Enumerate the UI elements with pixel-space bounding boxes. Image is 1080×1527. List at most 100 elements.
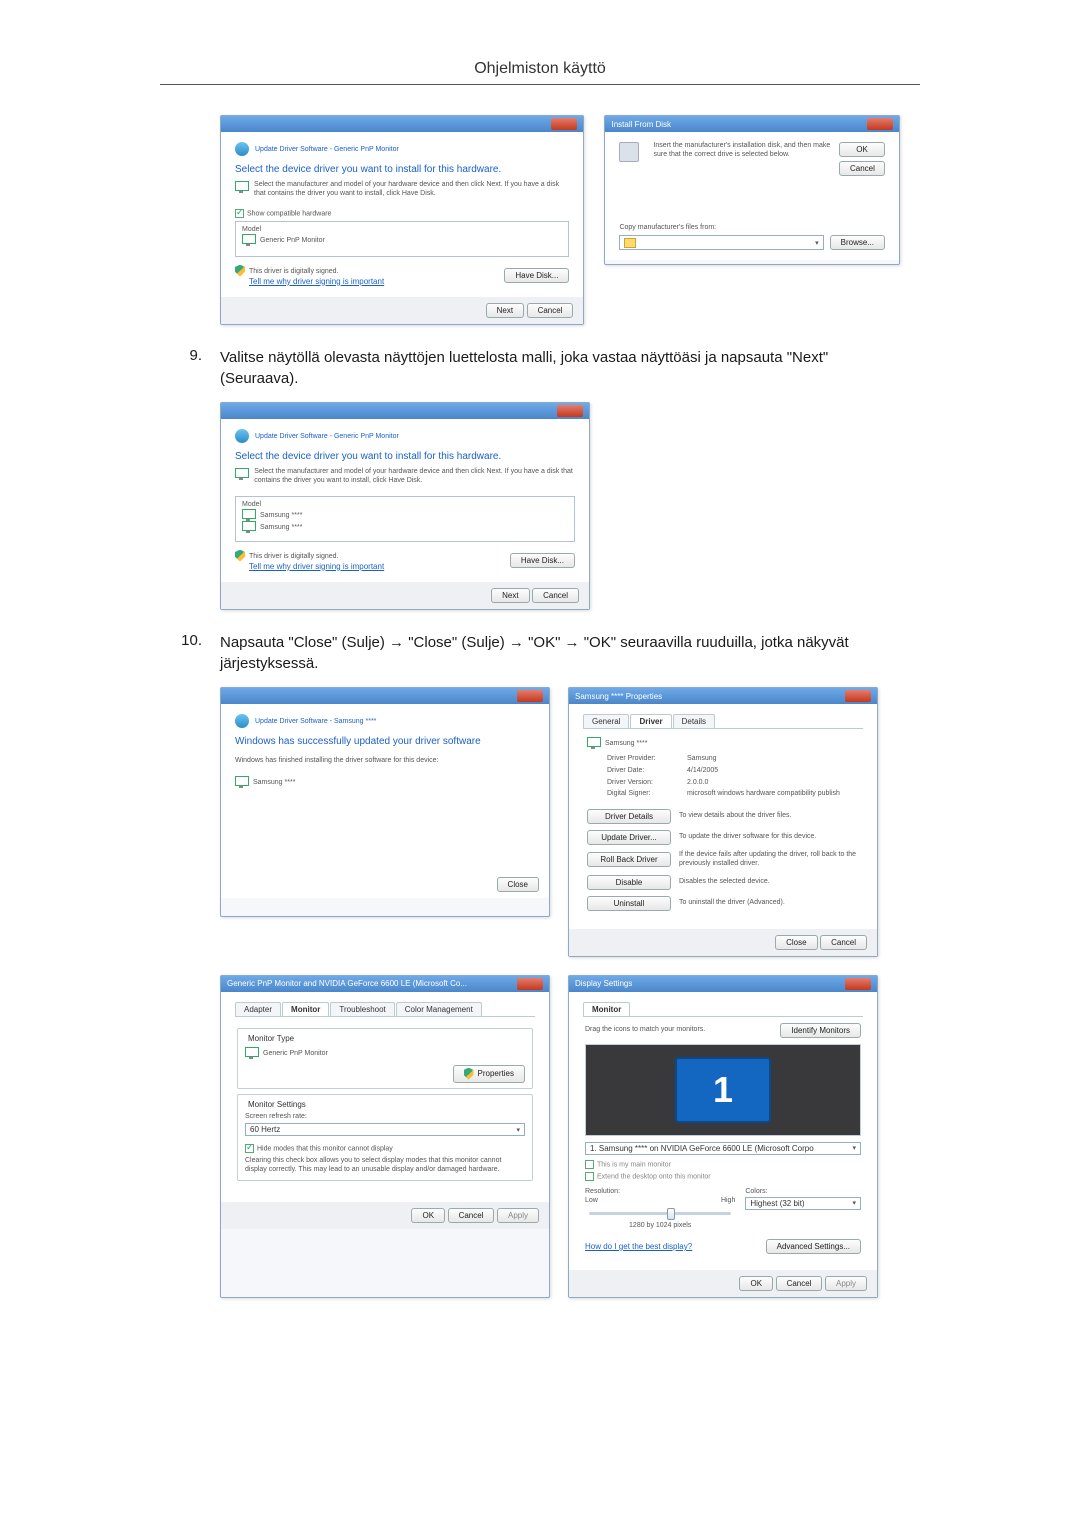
header-divider (160, 84, 920, 85)
signed-text: This driver is digitally signed. (249, 552, 338, 559)
step-text: Napsauta "Close" (Sulje) → "Close" (Sulj… (220, 632, 900, 676)
tab-driver[interactable]: Driver (630, 714, 671, 728)
next-button[interactable]: Next (486, 303, 524, 318)
cancel-button[interactable]: Cancel (839, 161, 885, 176)
disable-button[interactable]: Disable (587, 875, 671, 890)
identify-monitors-button[interactable]: Identify Monitors (780, 1023, 861, 1038)
monitor-icon (235, 468, 244, 480)
shield-icon (235, 550, 245, 562)
monitor-icon (242, 509, 256, 521)
tab-adapter[interactable]: Adapter (235, 1002, 281, 1016)
show-compat-checkbox[interactable] (235, 209, 244, 218)
colors-dropdown[interactable]: Highest (32 bit)▾ (745, 1197, 861, 1210)
display-settings-dialog: Display Settings Monitor Drag the icons … (568, 975, 878, 1298)
driver-details-button[interactable]: Driver Details (587, 809, 671, 824)
colors-label: Colors: (745, 1188, 861, 1197)
refresh-dropdown[interactable]: 60 Hertz▾ (245, 1123, 525, 1136)
close-icon[interactable] (867, 118, 893, 130)
close-button[interactable]: Close (775, 935, 817, 950)
model-listbox[interactable]: Model Generic PnP Monitor (235, 221, 569, 257)
titlebar: Display Settings (569, 976, 877, 992)
tab-monitor[interactable]: Monitor (282, 1002, 329, 1016)
titlebar: Generic PnP Monitor and NVIDIA GeForce 6… (221, 976, 549, 992)
tab-monitor[interactable]: Monitor (583, 1002, 630, 1016)
close-button[interactable]: Close (497, 877, 539, 892)
model-header: Model (242, 501, 568, 510)
close-icon[interactable] (551, 118, 577, 130)
date-label: Driver Date: (607, 767, 687, 776)
update-success-dialog: Update Driver Software - Samsung **** Wi… (220, 687, 550, 917)
dialog-title: Display Settings (575, 979, 632, 988)
version-value: 2.0.0.0 (687, 779, 859, 788)
hide-modes-checkbox[interactable] (245, 1144, 254, 1153)
install-instruction: Insert the manufacturer's installation d… (653, 142, 833, 176)
ok-button[interactable]: OK (411, 1208, 445, 1223)
model-item[interactable]: Samsung **** (260, 524, 302, 531)
uninstall-button[interactable]: Uninstall (587, 896, 671, 911)
tab-troubleshoot[interactable]: Troubleshoot (330, 1002, 394, 1016)
refresh-label: Screen refresh rate: (245, 1113, 525, 1122)
extend-desktop-checkbox (585, 1172, 594, 1181)
model-listbox[interactable]: Model Samsung **** Samsung **** (235, 496, 575, 542)
properties-button[interactable]: Properties (453, 1065, 525, 1083)
cancel-button[interactable]: Cancel (527, 303, 574, 318)
close-icon[interactable] (845, 690, 871, 702)
update-driver-dialog-2: Update Driver Software - Generic PnP Mon… (220, 402, 590, 610)
next-button[interactable]: Next (491, 588, 529, 603)
tab-general[interactable]: General (583, 714, 629, 728)
apply-button[interactable]: Apply (497, 1208, 539, 1223)
resolution-value: 1280 by 1024 pixels (585, 1222, 735, 1231)
cancel-button[interactable]: Cancel (532, 588, 579, 603)
update-driver-dialog-1: Update Driver Software - Generic PnP Mon… (220, 115, 584, 325)
monitor-select-dropdown[interactable]: 1. Samsung **** on NVIDIA GeForce 6600 L… (585, 1142, 861, 1155)
advanced-settings-button[interactable]: Advanced Settings... (766, 1239, 861, 1254)
back-icon[interactable] (235, 142, 249, 156)
colors-value: Highest (32 bit) (750, 1199, 804, 1208)
folder-icon (624, 238, 636, 248)
monitor-select-value: 1. Samsung **** on NVIDIA GeForce 6600 L… (590, 1144, 814, 1153)
signing-link[interactable]: Tell me why driver signing is important (249, 277, 384, 287)
titlebar (221, 403, 589, 419)
model-item[interactable]: Generic PnP Monitor (260, 237, 325, 244)
ok-button[interactable]: OK (739, 1276, 773, 1291)
breadcrumb: Update Driver Software - Samsung **** (255, 718, 376, 725)
model-item[interactable]: Samsung **** (260, 512, 302, 519)
cancel-button[interactable]: Cancel (448, 1208, 495, 1223)
chevron-down-icon: ▾ (815, 239, 819, 247)
tab-details[interactable]: Details (673, 714, 715, 728)
signing-link[interactable]: Tell me why driver signing is important (249, 562, 384, 572)
browse-button[interactable]: Browse... (830, 235, 885, 250)
signed-text: This driver is digitally signed. (249, 267, 338, 274)
monitor-preview[interactable]: 1 (675, 1057, 771, 1123)
resolution-slider[interactable] (589, 1212, 731, 1215)
breadcrumb: Update Driver Software - Generic PnP Mon… (255, 433, 399, 440)
have-disk-button[interactable]: Have Disk... (510, 553, 575, 568)
path-dropdown[interactable]: ▾ (619, 235, 823, 250)
copy-from-label: Copy manufacturer's files from: (619, 224, 885, 233)
success-sub: Windows has finished installing the driv… (235, 757, 535, 766)
tab-color-management[interactable]: Color Management (396, 1002, 482, 1016)
refresh-value: 60 Hertz (250, 1125, 280, 1134)
driver-details-desc: To view details about the driver files. (679, 812, 859, 821)
back-icon[interactable] (235, 429, 249, 443)
provider-value: Samsung (687, 755, 859, 764)
apply-button[interactable]: Apply (825, 1276, 867, 1291)
chevron-down-icon: ▾ (852, 1144, 856, 1152)
have-disk-button[interactable]: Have Disk... (504, 268, 569, 283)
close-icon[interactable] (517, 978, 543, 990)
update-driver-button[interactable]: Update Driver... (587, 830, 671, 845)
signer-value: microsoft windows hardware compatibility… (687, 790, 859, 799)
close-icon[interactable] (557, 405, 583, 417)
monitor-icon (587, 737, 601, 749)
back-icon (235, 714, 249, 728)
hide-modes-desc: Clearing this check box allows you to se… (245, 1157, 525, 1175)
ok-button[interactable]: OK (839, 142, 885, 157)
cancel-button[interactable]: Cancel (776, 1276, 823, 1291)
monitor-icon (235, 181, 244, 193)
cancel-button[interactable]: Cancel (820, 935, 867, 950)
rollback-button[interactable]: Roll Back Driver (587, 852, 671, 867)
best-display-link[interactable]: How do I get the best display? (585, 1242, 692, 1251)
dialog-title: Generic PnP Monitor and NVIDIA GeForce 6… (227, 979, 467, 988)
close-icon[interactable] (845, 978, 871, 990)
close-icon[interactable] (517, 690, 543, 702)
